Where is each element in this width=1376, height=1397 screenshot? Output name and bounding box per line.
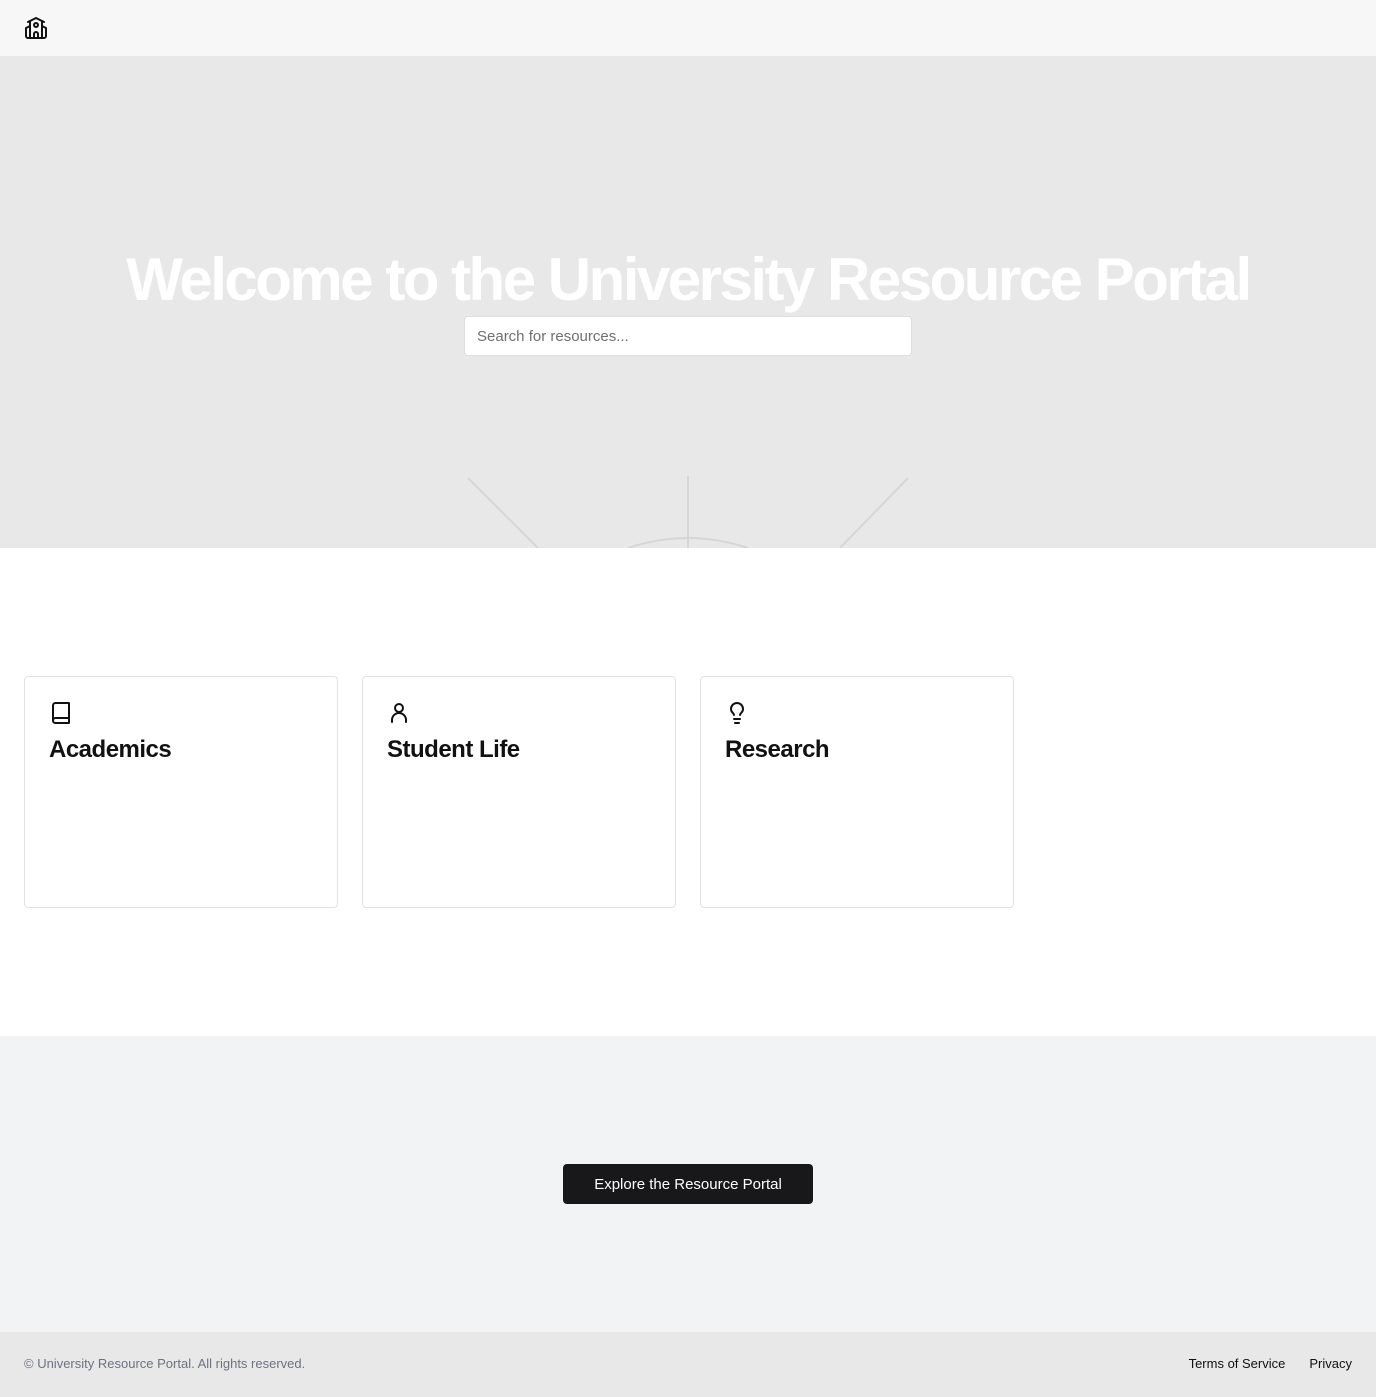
card-title: Academics [49, 736, 172, 763]
lightbulb-icon [725, 701, 749, 725]
privacy-link[interactable]: Privacy [1309, 1356, 1352, 1371]
card-student-life[interactable]: Student Life [362, 676, 676, 908]
book-icon [49, 701, 73, 725]
search-input[interactable] [464, 316, 912, 356]
hero-title: Welcome to the University Resource Porta… [126, 246, 1252, 313]
card-academics[interactable]: Academics [24, 676, 338, 908]
card-title: Student Life [387, 736, 520, 763]
card-research[interactable]: Research [700, 676, 1014, 908]
category-cards: Academics Student Life Research [0, 548, 1376, 1036]
footer-links: Terms of Service Privacy [1189, 1356, 1352, 1371]
copyright-text: © University Resource Portal. All rights… [24, 1356, 306, 1371]
top-bar [0, 0, 1376, 56]
hero-section: Welcome to the University Resource Porta… [0, 56, 1376, 548]
terms-of-service-link[interactable]: Terms of Service [1189, 1356, 1286, 1371]
university-building-icon[interactable] [24, 16, 48, 40]
card-title: Research [725, 736, 830, 763]
explore-portal-button[interactable]: Explore the Resource Portal [563, 1164, 813, 1204]
footer: © University Resource Portal. All rights… [0, 1332, 1376, 1397]
user-icon [387, 701, 411, 725]
cta-section: Explore the Resource Portal [0, 1036, 1376, 1332]
